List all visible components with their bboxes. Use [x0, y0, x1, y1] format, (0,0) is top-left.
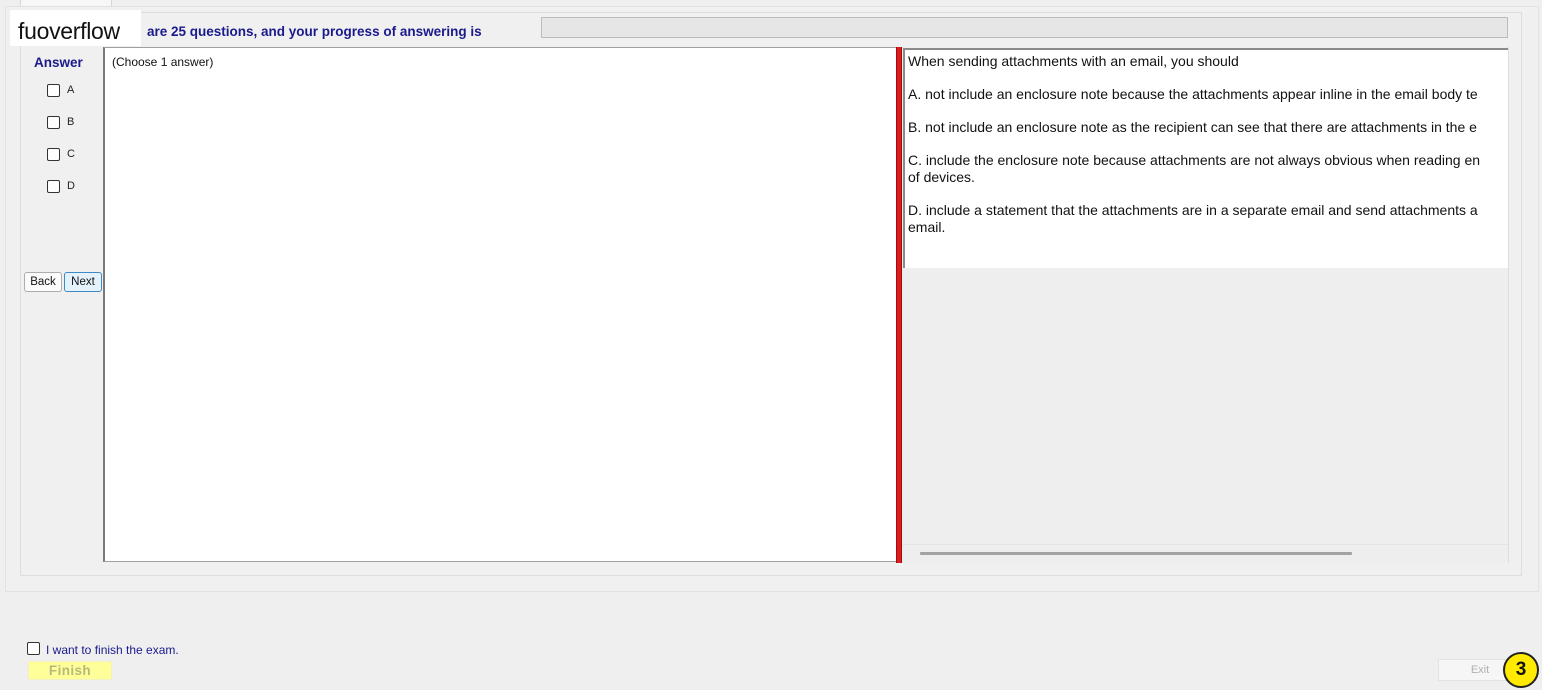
next-button[interactable]: Next [64, 272, 102, 292]
option-c-label[interactable]: C [67, 148, 75, 160]
option-b[interactable]: B [47, 114, 74, 130]
finish-exam-checkbox-row[interactable]: I want to finish the exam. [27, 640, 179, 657]
option-a[interactable]: A [47, 82, 74, 98]
option-d-label[interactable]: D [67, 180, 75, 192]
exam-window: fuoverflow are 25 questions, and your pr… [0, 0, 1542, 690]
logo-text: fuoverflow [18, 18, 120, 44]
option-a-checkbox[interactable] [47, 83, 60, 97]
question-option-c-continued: of devices. [908, 169, 975, 185]
question-area: When sending attachments with an email, … [902, 47, 1509, 563]
choose-instruction: (Choose 1 answer) [112, 55, 214, 69]
question-option-d: D. include a statement that the attachme… [908, 202, 1478, 218]
answer-heading: Answer [34, 55, 83, 70]
question-option-c: C. include the enclosure note because at… [908, 152, 1481, 168]
back-button[interactable]: Back [24, 272, 62, 292]
option-c-checkbox[interactable] [47, 147, 60, 161]
progress-label: are 25 questions, and your progress of a… [147, 24, 482, 39]
scrollbar-thumb[interactable] [920, 552, 1352, 555]
step-number-badge: 3 [1503, 652, 1539, 688]
option-b-label[interactable]: B [67, 116, 74, 128]
question-option-d-continued: email. [908, 219, 946, 235]
option-a-label[interactable]: A [67, 84, 74, 96]
progress-bar [541, 17, 1508, 38]
question-stem: When sending attachments with an email, … [908, 53, 1239, 69]
option-b-checkbox[interactable] [47, 115, 60, 129]
finish-exam-checkbox[interactable] [27, 642, 40, 655]
option-d[interactable]: D [47, 178, 75, 194]
question-text-panel: When sending attachments with an email, … [903, 48, 1508, 268]
option-c[interactable]: C [47, 146, 75, 162]
finish-exam-label[interactable]: I want to finish the exam. [46, 643, 179, 657]
question-option-b: B. not include an enclosure note as the … [908, 119, 1477, 135]
option-d-checkbox[interactable] [47, 179, 60, 193]
horizontal-scrollbar[interactable] [902, 544, 1508, 562]
question-option-a: A. not include an enclosure note because… [908, 86, 1478, 102]
finish-button[interactable]: Finish [28, 661, 112, 680]
answer-choice-panel: (Choose 1 answer) [103, 47, 897, 562]
watermark-logo: fuoverflow [10, 10, 141, 46]
